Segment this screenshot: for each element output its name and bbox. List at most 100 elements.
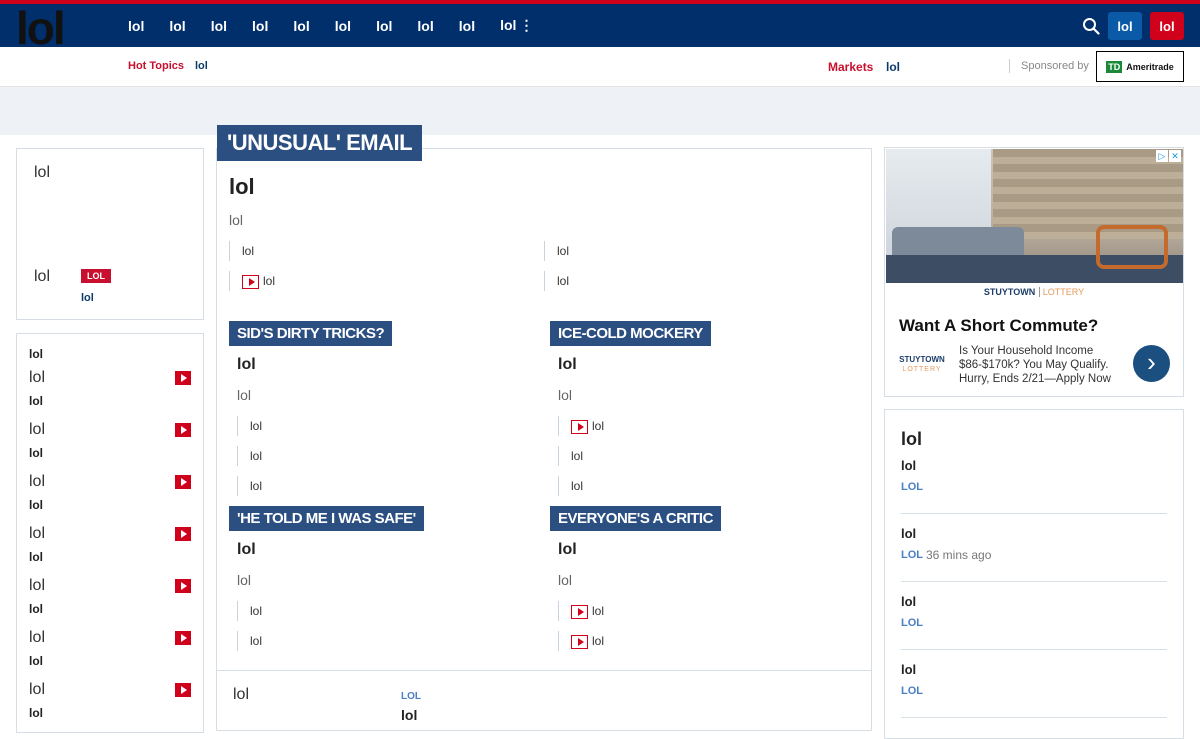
story3-headline[interactable]: lol [237, 541, 256, 559]
story2-kicker[interactable]: ICE-COLD MOCKERY [550, 321, 711, 346]
left-list-item-sub[interactable]: lol [29, 394, 43, 408]
lead-headline[interactable]: lol [229, 174, 255, 200]
video-play-icon[interactable] [175, 683, 191, 697]
right-list-item-tag[interactable]: LOL [901, 549, 923, 561]
story4-headline[interactable]: lol [558, 541, 577, 559]
left-list-item-title[interactable]: lol [29, 473, 45, 491]
left-list-item-sub[interactable]: lol [29, 446, 43, 460]
left-top-text-2[interactable]: lol [34, 268, 50, 286]
video-play-icon[interactable] [175, 423, 191, 437]
nav-item-6[interactable]: lol [335, 18, 351, 34]
nav-item-7[interactable]: lol [376, 18, 392, 34]
left-top-panel: lol lol LOL lol [16, 148, 204, 320]
left-list-item-sub[interactable]: lol [29, 498, 43, 512]
video-play-icon[interactable] [175, 527, 191, 541]
story3-bullet-1[interactable]: lol [237, 601, 262, 621]
story2-bullet-2-text: lol [571, 449, 584, 463]
main-top-stories [216, 148, 872, 671]
story2-bullet-1-text: lol [592, 419, 605, 433]
right-list-item-tag[interactable]: LOL [901, 685, 923, 697]
story4-sub: lol [558, 572, 573, 588]
video-play-icon[interactable] [175, 475, 191, 489]
story4-bullet-1-text: lol [592, 604, 605, 618]
right-list-item-title[interactable]: lol [901, 662, 916, 677]
ad-controls: ▷ ✕ [1156, 150, 1181, 162]
left-top-sub[interactable]: lol [81, 292, 94, 304]
left-top-text[interactable]: lol [34, 164, 50, 182]
lead-bullet-3[interactable]: lol [544, 241, 569, 261]
left-list-item-title[interactable]: lol [29, 577, 45, 595]
story1-bullet-2[interactable]: lol [237, 446, 262, 466]
left-list-item-sub[interactable]: lol [29, 706, 43, 720]
live-badge: LOL [81, 269, 111, 283]
left-list-item-sub[interactable]: lol [29, 550, 43, 564]
nav-item-1[interactable]: lol [128, 18, 144, 34]
video-play-icon[interactable] [175, 631, 191, 645]
nav-item-more[interactable]: lol ⋮ [500, 17, 533, 34]
story3-bullet-2-text: lol [250, 634, 263, 648]
nav-item-3[interactable]: lol [211, 18, 227, 34]
story1-bullet-1[interactable]: lol [237, 416, 262, 436]
left-list-item-sub[interactable]: lol [29, 602, 43, 616]
ad-banner-space [0, 87, 1200, 135]
right-list-item-title[interactable]: lol [901, 526, 916, 541]
lead-kicker[interactable]: 'UNUSUAL' EMAIL [217, 125, 423, 161]
left-list-item-title[interactable]: lol [29, 525, 45, 543]
story1-kicker[interactable]: SID'S DIRTY TRICKS? [229, 321, 393, 346]
markets-label[interactable]: Markets [828, 60, 873, 74]
markets-link[interactable]: lol [886, 60, 900, 74]
nav-item-5[interactable]: lol [293, 18, 309, 34]
ad-headline[interactable]: Want A Short Commute? [899, 316, 1098, 336]
story4-bullet-1[interactable]: lol [558, 601, 604, 621]
left-list-item-sub[interactable]: lol [29, 654, 43, 668]
stuytown-ad[interactable]: ▷ ✕ STUYTOWN LOTTERY Want A Short Commut… [884, 147, 1184, 397]
video-play-icon[interactable] [175, 579, 191, 593]
left-list-item-title[interactable]: lol [29, 681, 45, 699]
lead-bullet-2-text: lol [263, 274, 276, 288]
left-list-item-title[interactable]: lol [29, 629, 45, 647]
ad-close-icon[interactable]: ✕ [1169, 150, 1181, 162]
story2-bullet-3[interactable]: lol [558, 476, 583, 496]
right-latest-list: lol [884, 409, 1184, 739]
story4-kicker[interactable]: EVERYONE'S A CRITIC [550, 506, 721, 531]
bottom-story-headline[interactable]: lol [401, 707, 417, 723]
right-list-item-title[interactable]: lol [901, 594, 916, 609]
right-list-item-tag[interactable]: LOL [901, 481, 923, 493]
td-logo-text: Ameritrade [1126, 61, 1174, 72]
bottom-story-tag[interactable]: LOL [401, 691, 421, 702]
bottom-story-text[interactable]: lol [233, 686, 249, 704]
story2-bullet-1[interactable]: lol [558, 416, 604, 436]
story2-bullet-2[interactable]: lol [558, 446, 583, 466]
story4-bullet-2[interactable]: lol [558, 631, 604, 651]
story1-bullet-3[interactable]: lol [237, 476, 262, 496]
nav-item-8[interactable]: lol [417, 18, 433, 34]
sponsor-logo[interactable]: TD Ameritrade [1096, 51, 1184, 82]
nav-item-4[interactable]: lol [252, 18, 268, 34]
ad-logo-bottom: LOTTERY [902, 366, 942, 373]
lead-bullet-1[interactable]: lol [229, 241, 254, 261]
video-play-icon[interactable] [175, 371, 191, 385]
ad-arrow-button[interactable]: › [1133, 345, 1170, 382]
lead-bullet-4-text: lol [557, 274, 570, 288]
chevron-right-icon: › [1147, 347, 1156, 377]
left-list-heading: lol [29, 347, 43, 361]
story2-headline[interactable]: lol [558, 356, 577, 374]
lead-bullet-2[interactable]: lol [229, 271, 275, 291]
adchoices-icon[interactable]: ▷ [1156, 150, 1168, 162]
nav-red-button[interactable]: lol [1150, 12, 1184, 40]
story3-bullet-2[interactable]: lol [237, 631, 262, 651]
left-list-item-title[interactable]: lol [29, 421, 45, 439]
story1-headline[interactable]: lol [237, 356, 256, 374]
left-list-item-title[interactable]: lol [29, 369, 45, 387]
nav-item-9[interactable]: lol [459, 18, 475, 34]
lead-bullet-4[interactable]: lol [544, 271, 569, 291]
hot-topic-link[interactable]: lol [195, 60, 208, 72]
right-list-item-title[interactable]: lol [901, 458, 916, 473]
right-list-item-tag[interactable]: LOL [901, 617, 923, 629]
ad-body: Is Your Household Income $86-$170k? You … [959, 345, 1111, 385]
nav-item-2[interactable]: lol [169, 18, 185, 34]
search-icon[interactable] [1082, 17, 1100, 35]
nav-blue-button[interactable]: lol [1108, 12, 1142, 40]
story3-kicker[interactable]: 'HE TOLD ME I WAS SAFE' [229, 506, 424, 531]
story1-sub: lol [237, 387, 252, 403]
